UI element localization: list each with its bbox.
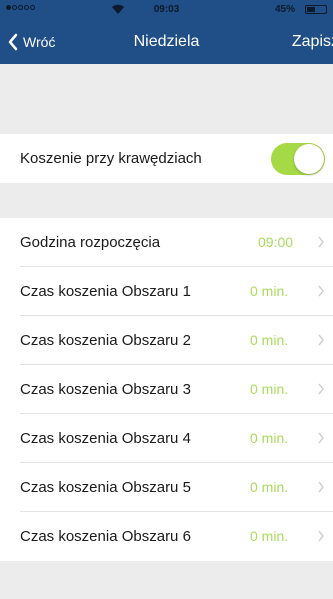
- save-button[interactable]: Zapisz: [292, 20, 333, 64]
- schedule-item-label: Czas koszenia Obszaru 4: [20, 430, 191, 447]
- navigation-bar: Wróć Niedziela Zapisz: [0, 20, 333, 64]
- area-5-duration-row[interactable]: Czas koszenia Obszaru 5 0 min.: [0, 463, 333, 512]
- area-2-duration-row[interactable]: Czas koszenia Obszaru 2 0 min.: [0, 316, 333, 365]
- schedule-item-label: Czas koszenia Obszaru 2: [20, 332, 191, 349]
- chevron-right-icon: [318, 481, 324, 493]
- schedule-item-value: 0 min.: [250, 479, 289, 495]
- edge-mowing-label: Koszenie przy krawędziach: [20, 150, 202, 167]
- area-6-duration-row[interactable]: Czas koszenia Obszaru 6 0 min.: [0, 512, 333, 561]
- schedule-item-value: 0 min.: [250, 332, 289, 348]
- chevron-right-icon: [318, 432, 324, 444]
- schedule-item-value: 0 min.: [250, 283, 289, 299]
- schedule-item-label: Czas koszenia Obszaru 3: [20, 381, 191, 398]
- toggle-knob: [294, 144, 324, 174]
- edge-mowing-toggle[interactable]: [271, 143, 325, 175]
- schedule-item-value: 0 min.: [250, 528, 289, 544]
- battery-icon: [305, 5, 327, 14]
- chevron-right-icon: [318, 334, 324, 346]
- area-3-duration-row[interactable]: Czas koszenia Obszaru 3 0 min.: [0, 365, 333, 414]
- schedule-item-value: 0 min.: [250, 430, 289, 446]
- schedule-item-value: 09:00: [258, 234, 294, 250]
- start-time-row[interactable]: Godzina rozpoczęcia 09:00: [0, 218, 333, 267]
- schedule-item-label: Czas koszenia Obszaru 1: [20, 283, 191, 300]
- chevron-right-icon: [318, 236, 324, 248]
- schedule-item-label: Godzina rozpoczęcia: [20, 234, 161, 251]
- schedule-item-value: 0 min.: [250, 381, 289, 397]
- area-4-duration-row[interactable]: Czas koszenia Obszaru 4 0 min.: [0, 414, 333, 463]
- chevron-right-icon: [318, 530, 324, 542]
- schedule-item-label: Czas koszenia Obszaru 6: [20, 528, 191, 545]
- chevron-right-icon: [318, 383, 324, 395]
- battery-percent: 45%: [274, 4, 295, 15]
- schedule-item-label: Czas koszenia Obszaru 5: [20, 479, 191, 496]
- page-title: Niedziela: [133, 33, 200, 50]
- edge-mowing-row: Koszenie przy krawędziach: [0, 134, 333, 183]
- chevron-right-icon: [318, 285, 324, 297]
- status-bar: 09:03 45%: [0, 0, 333, 20]
- area-1-duration-row[interactable]: Czas koszenia Obszaru 1 0 min.: [0, 267, 333, 316]
